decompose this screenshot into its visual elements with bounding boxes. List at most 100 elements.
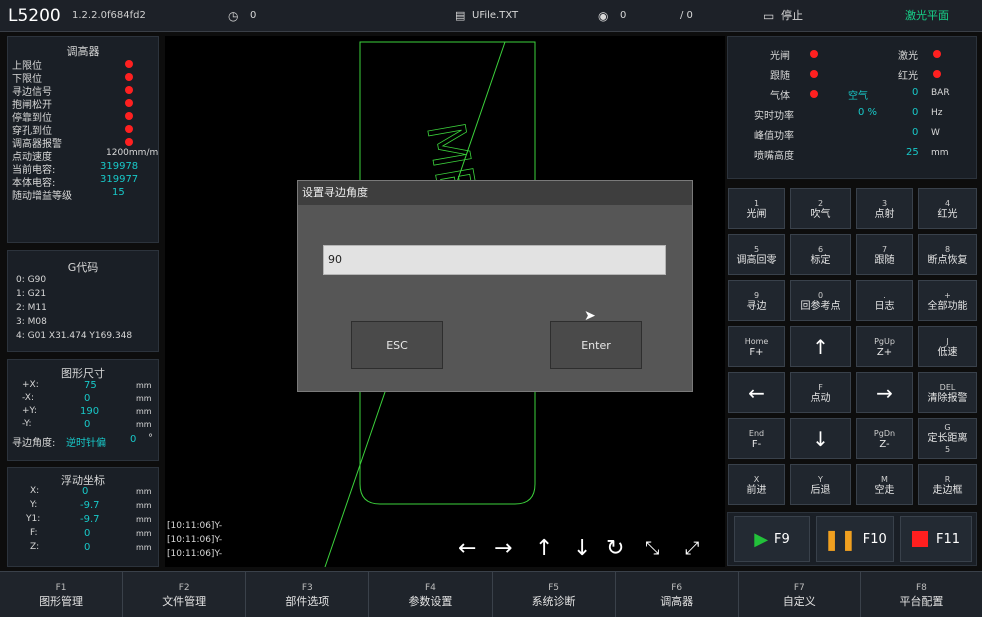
key-follow[interactable]: 7 跟随 <box>856 234 913 275</box>
key-all-functions[interactable]: + 全部功能 <box>918 280 977 321</box>
edge-angle-dialog: 设置寻边角度 90 ESC Enter ➤ <box>297 180 693 392</box>
key-edge-find[interactable]: 9 寻边 <box>728 280 785 321</box>
f6-regulator-button[interactable]: F6 调高器 <box>615 572 739 617</box>
gas-type: 空气 <box>848 91 868 102</box>
key-shutter[interactable]: 1 光闸 <box>728 188 785 229</box>
f8-platform-button[interactable]: F8 平台配置 <box>860 572 982 617</box>
arrow-left-icon: ← <box>748 380 765 405</box>
key-regulator-home[interactable]: 5 调高回零 <box>728 234 785 275</box>
hz-unit: Hz <box>931 108 943 118</box>
key-f-minus[interactable]: End F- <box>728 418 785 459</box>
pause-button[interactable]: ❚❚ F10 <box>816 516 894 562</box>
peak-power-value: 0 <box>912 127 919 138</box>
regulator-alarm-led <box>125 138 133 146</box>
pan-right-icon[interactable]: → <box>494 535 512 563</box>
upper-limit-led <box>125 60 133 68</box>
enter-button[interactable]: Enter <box>550 321 642 369</box>
degree-unit: ° <box>148 433 153 444</box>
key-fixed-distance[interactable]: G 定长距离 5 <box>918 418 977 459</box>
key-blow[interactable]: 2 吹气 <box>790 188 851 229</box>
key-forward[interactable]: X 前进 <box>728 464 785 505</box>
size-value: 75 <box>84 380 97 391</box>
unit-label: mm <box>136 407 152 416</box>
key-clear-alarm[interactable]: DEL 清除报警 <box>918 372 977 413</box>
angle-input[interactable]: 90 <box>323 245 666 275</box>
gas-label: 气体 <box>770 91 790 102</box>
edge-direction[interactable]: 逆时针偏 <box>66 434 106 449</box>
pan-up-icon[interactable]: ↑ <box>535 535 553 563</box>
unit-label: mm <box>136 394 152 403</box>
stop-icon <box>911 531 928 547</box>
key-reference-point[interactable]: 0 回参考点 <box>790 280 851 321</box>
red-light-led <box>933 70 941 78</box>
file-name: UFile.TXT <box>472 10 519 21</box>
monitor-icon: ▭ <box>763 9 775 23</box>
key-z-plus[interactable]: PgUp Z+ <box>856 326 913 367</box>
model-name: L5200 <box>8 6 61 26</box>
gas-led <box>810 90 818 98</box>
cycle-icon: ◉ <box>598 9 609 23</box>
zoom-in-icon[interactable]: ⤡ <box>645 535 659 563</box>
key-backward[interactable]: Y 后退 <box>790 464 851 505</box>
mouse-cursor-icon: ➤ <box>584 308 596 324</box>
run-status: 停止 <box>781 9 803 22</box>
gcode-line: 2: M11 <box>16 303 47 313</box>
key-up[interactable]: ↑ <box>790 326 851 367</box>
key-trace-frame[interactable]: R 走边框 <box>918 464 977 505</box>
key-spot-shot[interactable]: 3 点射 <box>856 188 913 229</box>
gain-value: 15 <box>112 187 125 198</box>
unit-label: mm <box>136 501 152 510</box>
plane-mode[interactable]: 激光平面 <box>905 0 949 32</box>
f4-params-button[interactable]: F4 参数设置 <box>369 572 493 617</box>
lower-limit-led <box>125 73 133 81</box>
gcode-line: 1: G21 <box>16 289 47 299</box>
key-right[interactable]: → <box>856 372 913 413</box>
key-dry-run[interactable]: M 空走 <box>856 464 913 505</box>
f5-diagnosis-button[interactable]: F5 系统诊断 <box>492 572 616 617</box>
unit-label: mm <box>136 543 152 552</box>
top-bar: L5200 1.2.2.0f684fd2 ◷ 0 ▤ UFile.TXT ◉ 0… <box>0 0 982 32</box>
axis-label: Y1: <box>26 514 41 524</box>
axis-label: +X: <box>22 380 39 390</box>
key-red-light[interactable]: 4 红光 <box>918 188 977 229</box>
f7-custom-button[interactable]: F7 自定义 <box>738 572 861 617</box>
stop-button[interactable]: F11 <box>900 516 972 562</box>
key-down[interactable]: ↓ <box>790 418 851 459</box>
f3-part-options-button[interactable]: F3 部件选项 <box>246 572 370 617</box>
zoom-out-icon[interactable]: ⤢ <box>685 535 699 563</box>
play-icon: ▶ <box>754 528 769 550</box>
arrow-down-icon: ↓ <box>812 426 829 451</box>
body-cap-value: 319977 <box>100 174 139 185</box>
axis-label: F: <box>30 528 38 538</box>
key-f-plus[interactable]: Home F+ <box>728 326 785 367</box>
real-power-pct: 0 % <box>858 107 878 118</box>
arrow-up-icon: ↑ <box>812 334 829 359</box>
key-low-speed[interactable]: J 低速 <box>918 326 977 367</box>
f2-file-button[interactable]: F2 文件管理 <box>123 572 247 617</box>
size-value: 190 <box>80 406 100 417</box>
gcode-line: 4: G01 X31.474 Y169.348 <box>16 331 133 341</box>
key-calibrate[interactable]: 6 标定 <box>790 234 851 275</box>
log-line: [10:11:06]Y- <box>167 549 223 559</box>
esc-button[interactable]: ESC <box>351 321 443 369</box>
key-z-minus[interactable]: PgDn Z- <box>856 418 913 459</box>
axis-label: -X: <box>22 393 34 403</box>
pause-icon: ❚❚ <box>823 527 857 551</box>
key-left[interactable]: ← <box>728 372 785 413</box>
speed-value: 0 <box>250 10 257 21</box>
coord-value: -9.7 <box>80 500 100 511</box>
key-log[interactable]: . 日志 <box>856 280 913 321</box>
follow-led <box>810 70 818 78</box>
f1-graphics-button[interactable]: F1 图形管理 <box>0 572 124 617</box>
log-line: [10:11:06]Y- <box>167 521 223 531</box>
axis-label: Y: <box>30 500 38 510</box>
pan-left-icon[interactable]: ← <box>458 535 476 563</box>
start-button[interactable]: ▶ F9 <box>734 516 810 562</box>
pan-down-icon[interactable]: ↓ <box>573 535 591 563</box>
coord-value: -9.7 <box>80 514 100 525</box>
edge-signal-led <box>125 86 133 94</box>
refresh-icon[interactable]: ↻ <box>606 535 624 563</box>
key-breakpoint-resume[interactable]: 8 断点恢复 <box>918 234 977 275</box>
key-jog[interactable]: F 点动 <box>790 372 851 413</box>
real-power-hz: 0 <box>912 107 919 118</box>
